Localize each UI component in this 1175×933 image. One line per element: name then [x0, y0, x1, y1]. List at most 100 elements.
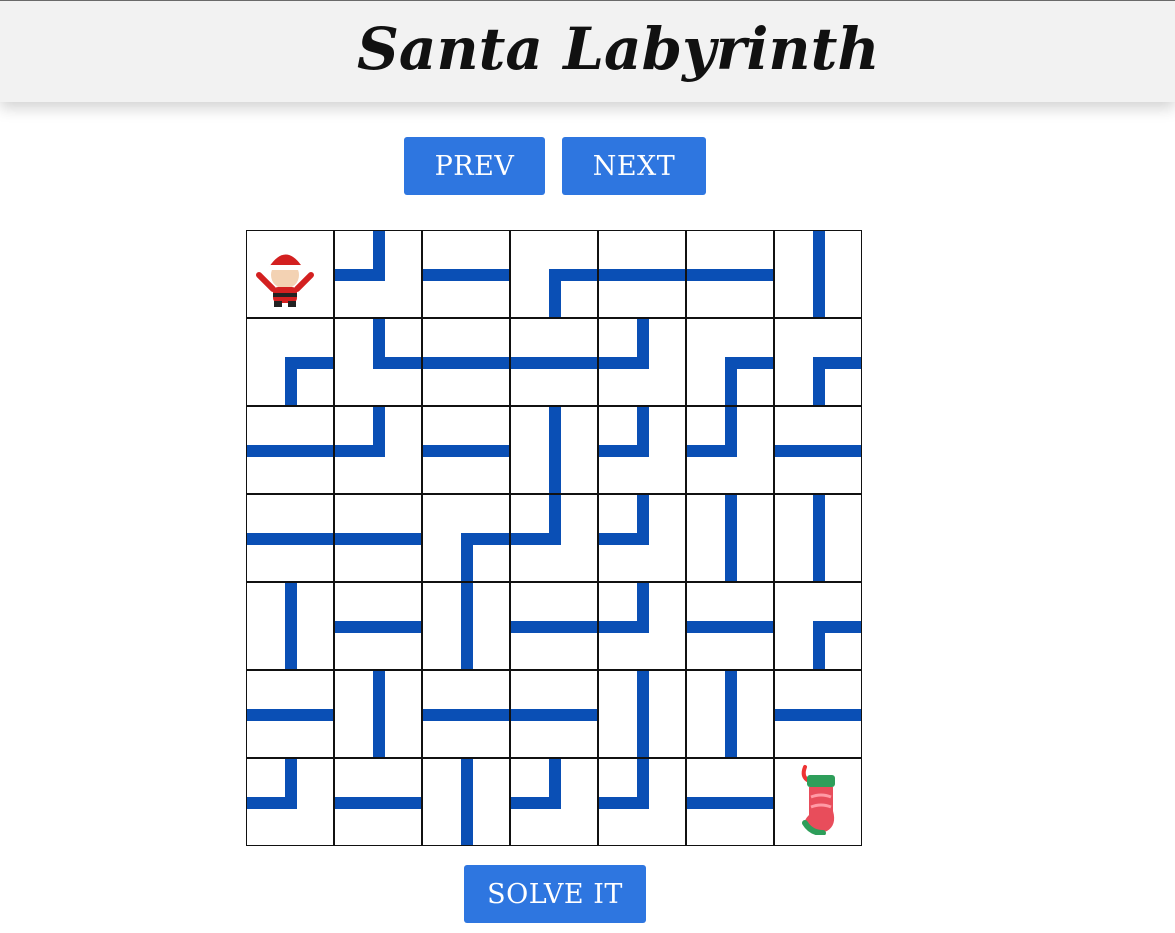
solve-it-button[interactable]: SOLVE IT	[464, 865, 646, 923]
pipe-straight-h	[511, 357, 597, 369]
maze-tile[interactable]	[598, 670, 686, 758]
maze-tile[interactable]	[686, 670, 774, 758]
maze-tile[interactable]	[246, 582, 334, 670]
maze-tile[interactable]	[510, 406, 598, 494]
pipe-straight-h	[775, 709, 861, 721]
pipe-corner-nw	[335, 407, 385, 457]
maze-tile	[246, 230, 334, 318]
maze-tile[interactable]	[598, 318, 686, 406]
pipe-straight-v	[549, 407, 561, 493]
prev-button[interactable]: PREV	[404, 137, 545, 195]
pipe-straight-v	[725, 495, 737, 581]
maze-tile[interactable]	[774, 230, 862, 318]
maze-tile[interactable]	[510, 670, 598, 758]
pipe-straight-h	[247, 445, 333, 457]
maze-tile	[774, 758, 862, 846]
page-title: Santa Labyrinth	[357, 15, 880, 83]
maze-tile[interactable]	[510, 758, 598, 846]
maze-tile[interactable]	[510, 494, 598, 582]
pipe-corner-nw	[335, 231, 385, 281]
maze-tile[interactable]	[422, 494, 510, 582]
maze-tile[interactable]	[686, 758, 774, 846]
pipe-straight-h	[775, 445, 861, 457]
pipe-straight-h	[423, 709, 509, 721]
pipe-corner-nw	[599, 407, 649, 457]
pipe-corner-nw	[247, 759, 297, 809]
pipe-straight-v	[373, 671, 385, 757]
maze-tile[interactable]	[774, 494, 862, 582]
pipe-straight-h	[423, 445, 509, 457]
next-button[interactable]: NEXT	[562, 137, 706, 195]
pipe-corner-se	[549, 269, 597, 317]
pipe-corner-se	[813, 357, 861, 405]
pipe-straight-v	[461, 583, 473, 669]
maze-tile[interactable]	[598, 582, 686, 670]
pipe-corner-ne	[373, 319, 421, 369]
pipe-corner-se	[813, 621, 861, 669]
santa-icon	[256, 254, 314, 307]
pipe-corner-nw	[599, 495, 649, 545]
maze-tile[interactable]	[422, 230, 510, 318]
pipe-straight-v	[813, 495, 825, 581]
maze-tile[interactable]	[598, 494, 686, 582]
pipe-straight-h	[335, 621, 421, 633]
stocking-icon	[801, 765, 835, 835]
maze-tile[interactable]	[246, 406, 334, 494]
pipe-straight-h	[247, 709, 333, 721]
maze-tile[interactable]	[246, 494, 334, 582]
maze-tile[interactable]	[510, 318, 598, 406]
pipe-straight-h	[599, 269, 685, 281]
pipe-straight-h	[687, 269, 773, 281]
maze-tile[interactable]	[598, 230, 686, 318]
header-bar: Santa Labyrinth	[0, 0, 1175, 102]
maze-tile[interactable]	[422, 406, 510, 494]
maze-tile[interactable]	[334, 582, 422, 670]
maze-tile[interactable]	[422, 318, 510, 406]
pipe-straight-h	[687, 621, 773, 633]
maze-tile[interactable]	[598, 406, 686, 494]
pipe-corner-nw	[599, 759, 649, 809]
maze-tile[interactable]	[422, 582, 510, 670]
pipe-corner-nw	[687, 407, 737, 457]
maze-tile[interactable]	[686, 406, 774, 494]
pipe-corner-nw	[511, 495, 561, 545]
maze-tile[interactable]	[510, 582, 598, 670]
pipe-corner-se	[725, 357, 773, 405]
maze-tile[interactable]	[334, 318, 422, 406]
pipe-corner-nw	[599, 583, 649, 633]
maze-tile[interactable]	[774, 582, 862, 670]
maze-tile[interactable]	[334, 230, 422, 318]
maze-tile[interactable]	[598, 758, 686, 846]
pipe-corner-se	[461, 533, 509, 581]
maze-tile[interactable]	[334, 494, 422, 582]
pipe-straight-v	[725, 671, 737, 757]
maze-board	[246, 230, 864, 848]
pipe-straight-v	[813, 231, 825, 317]
maze-tile[interactable]	[686, 318, 774, 406]
maze-tile[interactable]	[422, 670, 510, 758]
maze-tile[interactable]	[510, 230, 598, 318]
pipe-straight-h	[511, 621, 597, 633]
maze-tile[interactable]	[334, 758, 422, 846]
maze-tile[interactable]	[686, 230, 774, 318]
maze-tile[interactable]	[774, 318, 862, 406]
maze-tile[interactable]	[246, 670, 334, 758]
maze-tile[interactable]	[334, 670, 422, 758]
pipe-straight-h	[423, 357, 509, 369]
maze-tile[interactable]	[334, 406, 422, 494]
maze-tile[interactable]	[422, 758, 510, 846]
maze-tile[interactable]	[686, 494, 774, 582]
maze-tile[interactable]	[774, 670, 862, 758]
pipe-straight-v	[637, 671, 649, 757]
maze-tile[interactable]	[774, 406, 862, 494]
pipe-corner-nw	[599, 319, 649, 369]
maze-tile[interactable]	[246, 318, 334, 406]
pipe-straight-v	[285, 583, 297, 669]
maze-tile[interactable]	[686, 582, 774, 670]
pipe-straight-h	[335, 797, 421, 809]
pipe-straight-h	[511, 709, 597, 721]
maze-tile[interactable]	[246, 758, 334, 846]
pipe-corner-nw	[511, 759, 561, 809]
pipe-straight-h	[687, 797, 773, 809]
pipe-straight-h	[423, 269, 509, 281]
